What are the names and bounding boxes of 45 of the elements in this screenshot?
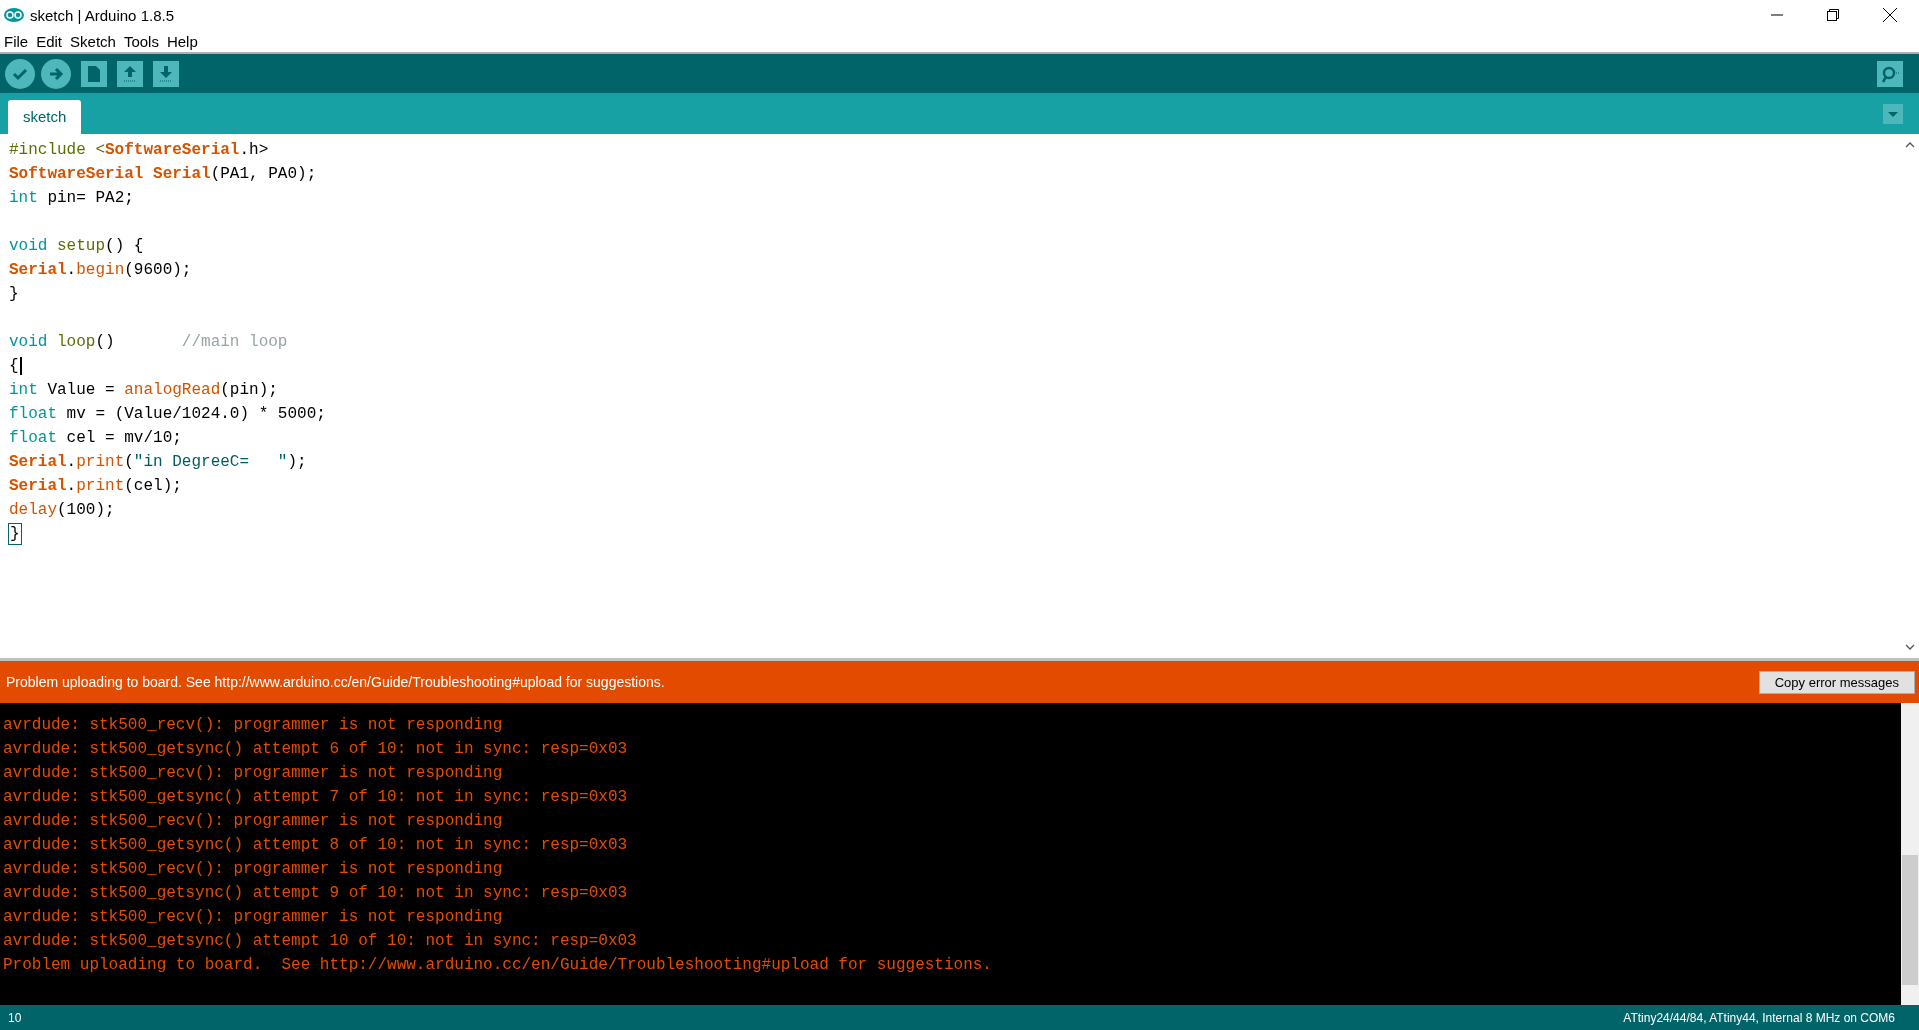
console-line: avrdude: stk500_recv(): programmer is not responding — [3, 859, 504, 880]
scroll-down-icon[interactable] — [1905, 644, 1915, 650]
code-line: Serial.begin(9600); — [8, 260, 193, 281]
code-line: int pin= PA2; — [8, 188, 135, 209]
code-line: SoftwareSerial Serial(PA1, PA0); — [8, 164, 318, 185]
menu-item[interactable]: Edit — [36, 32, 63, 50]
code-line: { — [8, 355, 23, 377]
console-line: avrdude: stk500_recv(): programmer is not responding — [3, 715, 504, 736]
code-line: void loop() //main loop — [8, 332, 289, 353]
copy-error-messages-button[interactable]: Copy error messages — [1758, 670, 1915, 694]
console-line: avrdude: stk500_getsync() attempt 8 of 10: not in sync: resp=0x03 — [3, 835, 629, 856]
checkmark-icon[interactable] — [5, 58, 35, 89]
code-line: } — [8, 284, 20, 305]
code-line: float mv = (Value/1024.0) * 5000; — [8, 404, 327, 425]
code-line: #include <SoftwareSerial.h> — [8, 140, 270, 161]
console-line: avrdude: stk500_recv(): programmer is not responding — [3, 811, 504, 832]
sketch-tab[interactable]: sketch — [8, 100, 82, 134]
code-line: Serial.print(cel); — [8, 476, 183, 497]
scroll-up-icon[interactable] — [1905, 142, 1915, 148]
restore-icon[interactable] — [1827, 9, 1839, 21]
menu-item[interactable]: Tools — [123, 32, 159, 50]
menu-item[interactable]: Help — [166, 32, 198, 50]
console-line: avrdude: stk500_getsync() attempt 7 of 10: not in sync: resp=0x03 — [3, 787, 629, 808]
console-line: avrdude: stk500_getsync() attempt 10 of 10: not in sync: resp=0x03 — [3, 931, 638, 952]
code-line: int Value = analogRead(pin); — [8, 380, 279, 401]
console-line: avrdude: stk500_getsync() attempt 6 of 10: not in sync: resp=0x03 — [3, 739, 629, 760]
dropdown-icon[interactable] — [1883, 103, 1903, 124]
console-line: avrdude: stk500_recv(): programmer is not responding — [3, 763, 504, 784]
window-title: sketch | Arduino 1.8.5 — [30, 6, 174, 24]
code-line: delay(100); — [8, 500, 116, 521]
console-line: avrdude: stk500_recv(): programmer is not responding — [3, 907, 504, 928]
code-line: void setup() { — [8, 236, 145, 257]
console-line: Problem uploading to board. See http://www.arduino.cc/en/Guide/Troubleshooting#upload for suggestions. — [3, 955, 993, 976]
menu-item[interactable]: Sketch — [70, 32, 116, 50]
error-message: Problem uploading to board. See http://www.arduino.cc/en/Guide/Troubleshooting#upload for suggestions. — [6, 674, 665, 690]
close-icon[interactable] — [1883, 8, 1897, 22]
console-line: avrdude: stk500_getsync() attempt 9 of 10: not in sync: resp=0x03 — [3, 883, 629, 904]
code-line: Serial.print("in DegreeC= "); — [8, 452, 308, 473]
menu-item[interactable]: File — [4, 32, 29, 50]
line-number: 10 — [8, 1010, 22, 1025]
document-icon[interactable] — [81, 60, 107, 87]
code-line: float cel = mv/10; — [8, 428, 183, 449]
board-info: ATtiny24/44/84, ATtiny44, Internal 8 MHz on COM6 — [1623, 1010, 1895, 1025]
infinity-logo-icon — [4, 8, 24, 22]
serial-monitor-icon[interactable] — [1877, 60, 1903, 87]
